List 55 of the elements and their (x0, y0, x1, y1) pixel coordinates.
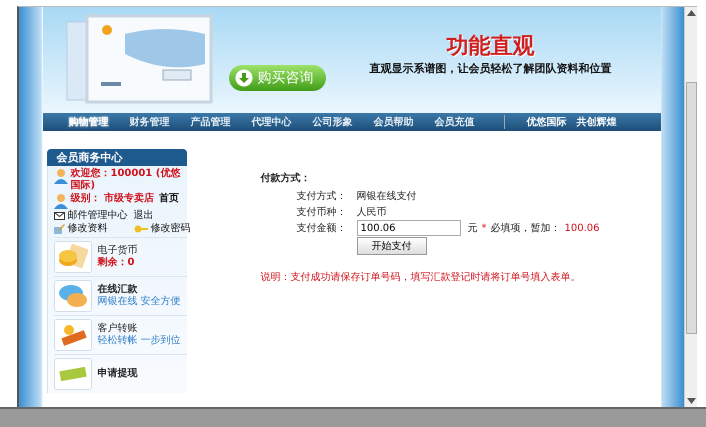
chat-bubbles-icon (58, 283, 88, 309)
nav-item[interactable]: 购物管理 (68, 115, 108, 129)
mail-icon (54, 212, 64, 220)
start-payment-button[interactable]: 开始支付 (356, 237, 426, 255)
sidebar-link[interactable]: 退出 (134, 210, 154, 222)
nav-item[interactable]: 会员充值 (434, 115, 474, 129)
sidebar-title: 会员商务中心 (46, 149, 186, 166)
sidebar-link[interactable]: 邮件管理中心 (68, 210, 128, 222)
home-link[interactable]: 首页 (158, 193, 179, 205)
service-subtitle: 网银在线 安全方便 (98, 296, 181, 308)
field-label: 支付方式： (296, 190, 348, 203)
slogan-text: 优悠国际 (526, 116, 566, 129)
service-tile[interactable] (54, 280, 92, 312)
nav-item[interactable]: 代理中心 (252, 115, 292, 129)
banknotes-icon (58, 367, 88, 381)
required-hint: 必填项，暂加： (490, 222, 560, 235)
scroll-thumb[interactable] (686, 82, 696, 334)
edit-icon (54, 224, 64, 234)
field-value: 网银在线支付 (356, 190, 416, 203)
nav-item[interactable]: 会员帮助 (374, 115, 414, 129)
nav-item[interactable]: 公司形象 (312, 115, 352, 129)
service-title[interactable]: 在线汇款 (98, 284, 181, 296)
service-title[interactable]: 申请提现 (98, 368, 138, 380)
slogan-text: 共创辉煌 (576, 116, 616, 129)
key-icon (134, 225, 148, 233)
service-tile[interactable] (54, 358, 92, 390)
amount-hint-value: 100.06 (564, 222, 600, 234)
user-icon (54, 193, 68, 209)
member-level-text: 级别： 市级专卖店 (70, 193, 154, 205)
feature-subtitle: 直观显示系谱图，让会员轻松了解团队资料和位置 (370, 60, 612, 76)
nav-item[interactable]: 产品管理 (190, 115, 230, 129)
scroll-down-icon[interactable] (686, 398, 696, 404)
service-tile[interactable] (54, 241, 92, 273)
service-tile[interactable] (54, 319, 92, 351)
coins-icon (58, 244, 88, 270)
feature-title: 功能直观 (446, 32, 534, 60)
sidebar-link[interactable]: 修改资料 (68, 223, 108, 235)
required-mark: * (482, 222, 486, 234)
user-icon (54, 168, 68, 184)
service-title[interactable]: 客户转账 (98, 323, 181, 335)
sidebar-link[interactable]: 修改密码 (150, 223, 190, 235)
payment-note: 说明：支付成功请保存订单号码，填写汇款登记时请将订单号填入表单。 (260, 270, 582, 284)
scrollbar[interactable] (684, 7, 697, 407)
field-label: 支付币种： (296, 206, 348, 219)
field-label: 支付金额： (296, 222, 348, 235)
nav-item[interactable]: 财务管理 (130, 115, 170, 129)
welcome-text: 欢迎您：100001 (优悠国际) (70, 168, 182, 192)
service-title[interactable]: 电子货币 (98, 245, 138, 257)
service-subtitle: 剩余：0 (98, 257, 136, 269)
scroll-up-icon[interactable] (686, 10, 696, 16)
unit-text: 元 (468, 222, 478, 235)
service-subtitle: 轻松转帐 一步到位 (98, 335, 181, 347)
amount-input-field[interactable]: 100.06 (356, 220, 460, 236)
field-value: 人民币 (356, 206, 386, 219)
payment-heading: 付款方式： (260, 171, 312, 185)
